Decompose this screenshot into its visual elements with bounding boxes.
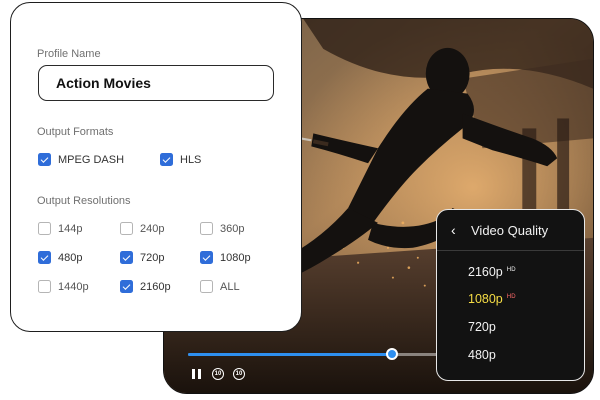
resolution-checkbox-all[interactable]: ALL	[200, 280, 240, 293]
quality-option-2160p[interactable]: 2160p HD	[468, 265, 516, 279]
resolution-checkbox-360p[interactable]: 360p	[200, 222, 244, 235]
checkbox-unchecked[interactable]	[200, 280, 213, 293]
forward-10-label: 10	[233, 368, 245, 380]
checkbox-checked[interactable]	[38, 153, 51, 166]
resolution-checkbox-1080p[interactable]: 1080p	[200, 251, 251, 264]
quality-option-480p[interactable]: 480p	[468, 348, 496, 362]
checkbox-label: 480p	[58, 251, 83, 264]
hd-badge: HD	[506, 266, 516, 273]
video-quality-title: Video Quality	[471, 222, 549, 238]
quality-option-1080p[interactable]: 1080p HD	[468, 292, 516, 306]
pause-icon[interactable]	[188, 366, 204, 382]
checkbox-label: 240p	[140, 222, 165, 235]
resolution-checkbox-720p[interactable]: 720p	[120, 251, 164, 264]
format-checkbox-mpeg-dash[interactable]: MPEG DASH	[38, 153, 124, 166]
resolution-checkbox-144p[interactable]: 144p	[38, 222, 82, 235]
progress-handle[interactable]	[386, 348, 398, 360]
format-checkbox-hls[interactable]: HLS	[160, 153, 201, 166]
forward-10-icon[interactable]: 10	[231, 366, 247, 382]
profile-name-input[interactable]: Action Movies	[38, 65, 274, 101]
checkbox-label: ALL	[220, 280, 240, 293]
chevron-left-icon[interactable]: ‹	[451, 222, 465, 238]
video-quality-header[interactable]: ‹ Video Quality	[437, 210, 584, 251]
output-resolutions-label: Output Resolutions	[37, 195, 131, 207]
checkbox-label: 2160p	[140, 280, 171, 293]
checkbox-checked[interactable]	[120, 251, 133, 264]
resolution-checkbox-2160p[interactable]: 2160p	[120, 280, 171, 293]
hd-badge: HD	[506, 293, 516, 300]
quality-option-720p[interactable]: 720p	[468, 320, 496, 334]
checkbox-checked[interactable]	[160, 153, 173, 166]
quality-option-label: 720p	[468, 320, 496, 334]
checkbox-unchecked[interactable]	[38, 222, 51, 235]
resolution-checkbox-480p[interactable]: 480p	[38, 251, 82, 264]
checkbox-label: 720p	[140, 251, 165, 264]
checkbox-label: 1440p	[58, 280, 89, 293]
quality-option-label: 2160p	[468, 265, 503, 279]
video-quality-menu: ‹ Video Quality 2160p HD 1080p HD 720p 480…	[436, 209, 585, 381]
checkbox-unchecked[interactable]	[38, 280, 51, 293]
rewind-10-icon[interactable]: 10	[210, 366, 226, 382]
profile-name-label: Profile Name	[37, 48, 101, 60]
checkbox-unchecked[interactable]	[120, 222, 133, 235]
checkbox-label: 144p	[58, 222, 83, 235]
checkbox-checked[interactable]	[200, 251, 213, 264]
checkbox-checked[interactable]	[38, 251, 51, 264]
checkbox-label: 1080p	[220, 251, 251, 264]
resolution-checkbox-240p[interactable]: 240p	[120, 222, 164, 235]
rewind-10-label: 10	[212, 368, 224, 380]
quality-option-label: 1080p	[468, 292, 503, 306]
profile-settings-panel: Profile Name Action Movies Output Format…	[10, 2, 302, 332]
checkbox-label: 360p	[220, 222, 245, 235]
checkbox-label: HLS	[180, 153, 202, 166]
resolution-checkbox-1440p[interactable]: 1440p	[38, 280, 89, 293]
checkbox-label: MPEG DASH	[58, 153, 125, 166]
checkbox-checked[interactable]	[120, 280, 133, 293]
quality-option-label: 480p	[468, 348, 496, 362]
output-formats-label: Output Formats	[37, 126, 114, 138]
checkbox-unchecked[interactable]	[200, 222, 213, 235]
progress-fill	[188, 353, 392, 356]
